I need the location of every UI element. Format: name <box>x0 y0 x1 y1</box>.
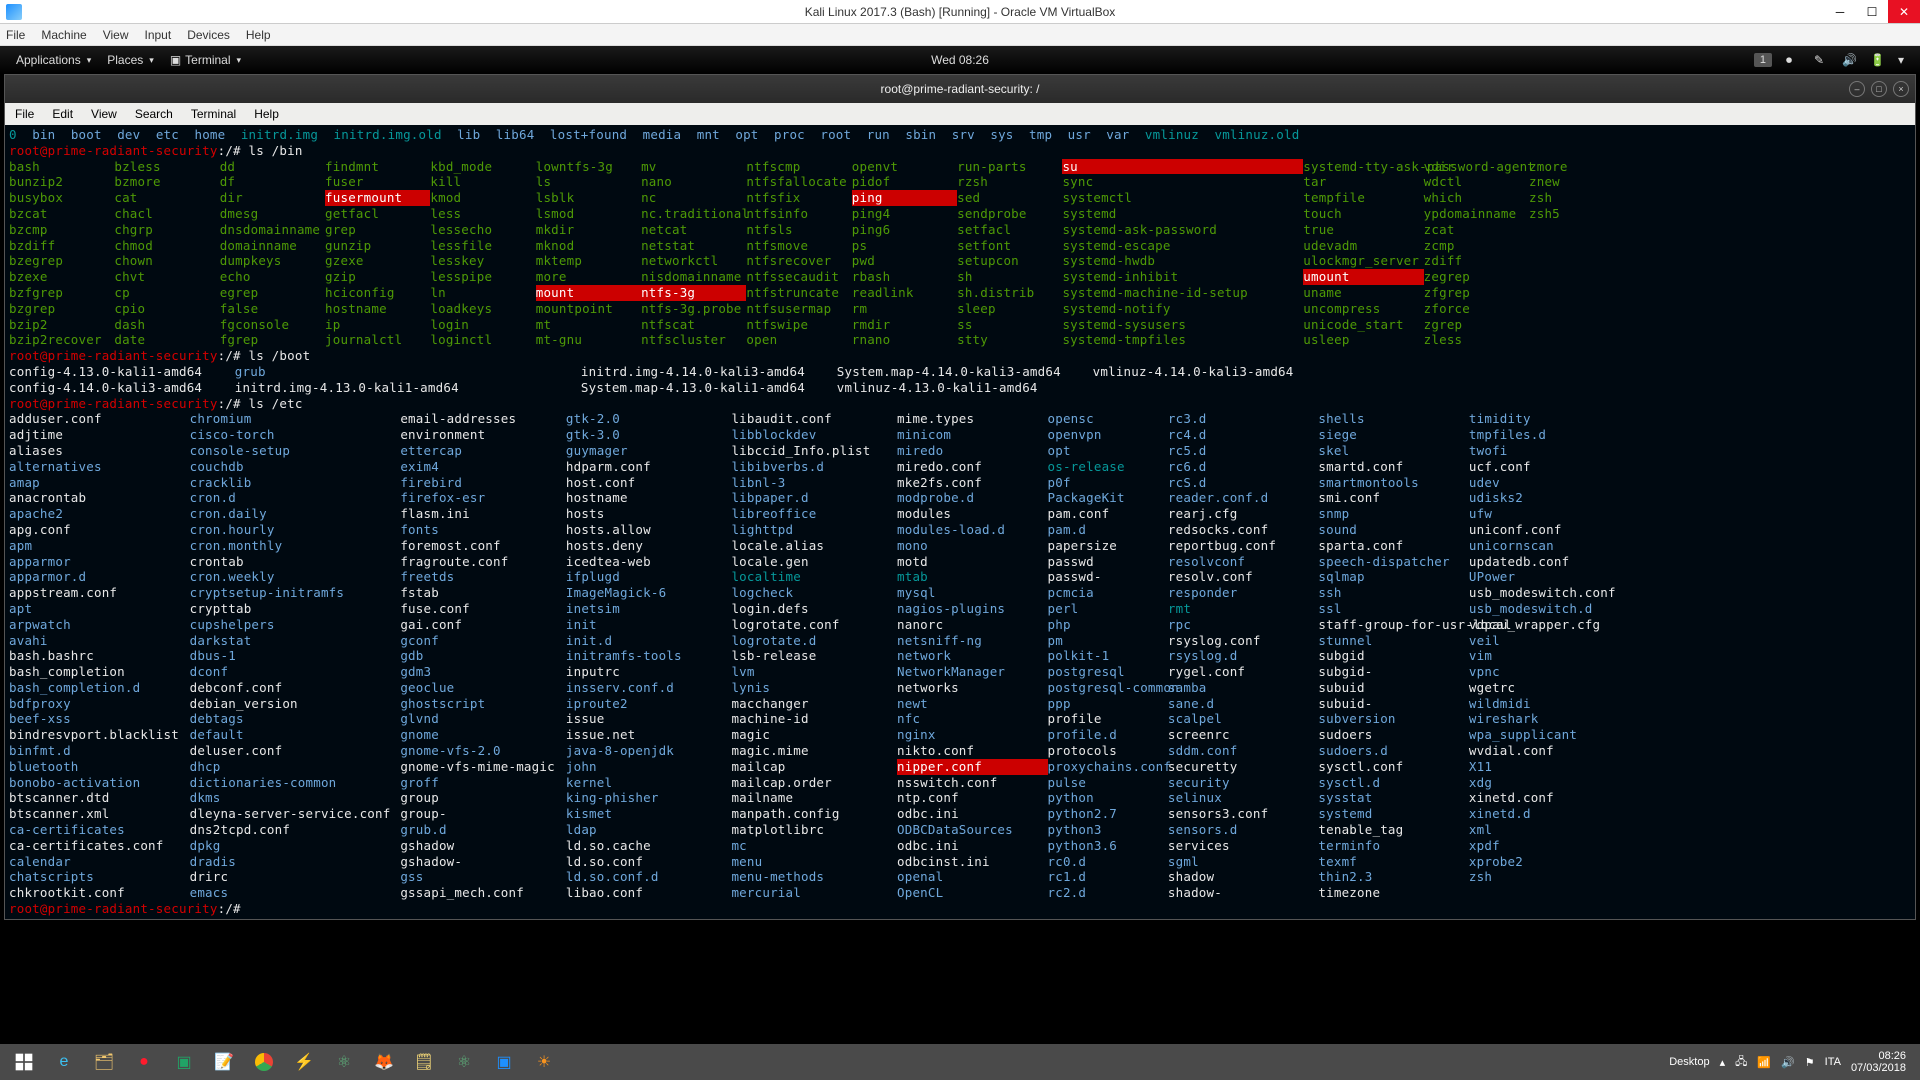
vb-menu-help[interactable]: Help <box>246 28 271 42</box>
virtualbox-icon[interactable]: ▣ <box>484 1044 524 1080</box>
vb-menu-input[interactable]: Input <box>145 28 172 42</box>
network-icon[interactable]: ✎ <box>1814 53 1828 67</box>
close-button[interactable]: ✕ <box>1888 0 1920 23</box>
term-menu-terminal[interactable]: Terminal <box>191 107 236 121</box>
kali-clock[interactable]: Wed 08:26 <box>931 53 989 67</box>
project-icon[interactable]: ▣ <box>164 1044 204 1080</box>
term-maximize-button[interactable]: □ <box>1871 81 1887 97</box>
record-icon[interactable]: ⏺ <box>1786 53 1800 67</box>
system-tray: Desktop ▴ 🖧 📶 🔊 ⚑ ITA 08:2607/03/2018 <box>1659 1050 1916 1074</box>
tray-clock[interactable]: 08:2607/03/2018 <box>1851 1050 1906 1074</box>
vb-menu-machine[interactable]: Machine <box>41 28 86 42</box>
vbox-window-title: Kali Linux 2017.3 (Bash) [Running] - Ora… <box>805 5 1116 19</box>
sun-icon[interactable]: ☀ <box>524 1044 564 1080</box>
app1-icon[interactable]: ⚡ <box>284 1044 324 1080</box>
term-minimize-button[interactable]: – <box>1849 81 1865 97</box>
tray-lang[interactable]: ITA <box>1825 1056 1841 1068</box>
atom-icon[interactable]: ⚛ <box>324 1044 364 1080</box>
desktop-button[interactable]: Desktop <box>1669 1056 1709 1068</box>
terminal-menubar: File Edit View Search Terminal Help <box>5 103 1915 125</box>
power-icon[interactable]: ▾ <box>1898 53 1912 67</box>
vb-menu-devices[interactable]: Devices <box>187 28 230 42</box>
term-menu-view[interactable]: View <box>91 107 117 121</box>
workspace-indicator[interactable]: 1 <box>1754 53 1772 67</box>
windows-taskbar: e 🗂 ● ▣ 📝 ⚡ ⚛ 🦊 🗒 ⚛ ▣ ☀ Desktop ▴ 🖧 📶 🔊 … <box>0 1044 1920 1080</box>
vbox-titlebar: Kali Linux 2017.3 (Bash) [Running] - Ora… <box>0 0 1920 24</box>
battery-icon[interactable]: 🔋 <box>1870 53 1884 67</box>
minimize-button[interactable]: ─ <box>1824 0 1856 23</box>
notes-icon[interactable]: 🗒 <box>404 1044 444 1080</box>
tray-chevron-icon[interactable]: ▴ <box>1720 1056 1726 1069</box>
terminal-titlebar: root@prime-radiant-security: / – □ × <box>5 75 1915 103</box>
terminal-menu[interactable]: ▣ Terminal <box>162 53 249 67</box>
vbox-menubar: File Machine View Input Devices Help <box>0 24 1920 46</box>
start-button[interactable] <box>4 1044 44 1080</box>
terminal-body[interactable]: 0 bin boot dev etc home initrd.img initr… <box>5 125 1915 919</box>
volume-icon[interactable]: 🔊 <box>1842 53 1856 67</box>
terminal-icon: ▣ <box>170 53 181 67</box>
opera-icon[interactable]: ● <box>124 1044 164 1080</box>
terminal-menu-label: Terminal <box>185 53 230 67</box>
notepadpp-icon[interactable]: 📝 <box>204 1044 244 1080</box>
term-menu-search[interactable]: Search <box>135 107 173 121</box>
explorer-icon[interactable]: 🗂 <box>84 1044 124 1080</box>
places-menu[interactable]: Places <box>99 53 162 67</box>
firefox-icon[interactable]: 🦊 <box>364 1044 404 1080</box>
tray-flag-icon[interactable]: ⚑ <box>1805 1056 1815 1069</box>
tray-volume-icon[interactable]: 🔊 <box>1781 1056 1795 1069</box>
term-menu-edit[interactable]: Edit <box>52 107 73 121</box>
vb-menu-file[interactable]: File <box>6 28 25 42</box>
term-close-button[interactable]: × <box>1893 81 1909 97</box>
applications-menu[interactable]: Applications <box>8 53 99 67</box>
term-menu-help[interactable]: Help <box>254 107 279 121</box>
vbox-icon <box>6 4 22 20</box>
term-menu-file[interactable]: File <box>15 107 34 121</box>
terminal-title: root@prime-radiant-security: / <box>881 82 1040 96</box>
atom2-icon[interactable]: ⚛ <box>444 1044 484 1080</box>
maximize-button[interactable]: ☐ <box>1856 0 1888 23</box>
tray-wifi-icon[interactable]: 📶 <box>1757 1056 1771 1069</box>
vb-menu-view[interactable]: View <box>103 28 129 42</box>
ie-icon[interactable]: e <box>44 1044 84 1080</box>
kali-topbar: Applications Places ▣ Terminal Wed 08:26… <box>0 46 1920 74</box>
tray-net-icon[interactable]: 🖧 <box>1735 1053 1747 1072</box>
terminal-window: root@prime-radiant-security: / – □ × Fil… <box>4 74 1916 920</box>
chrome-icon[interactable] <box>244 1044 284 1080</box>
